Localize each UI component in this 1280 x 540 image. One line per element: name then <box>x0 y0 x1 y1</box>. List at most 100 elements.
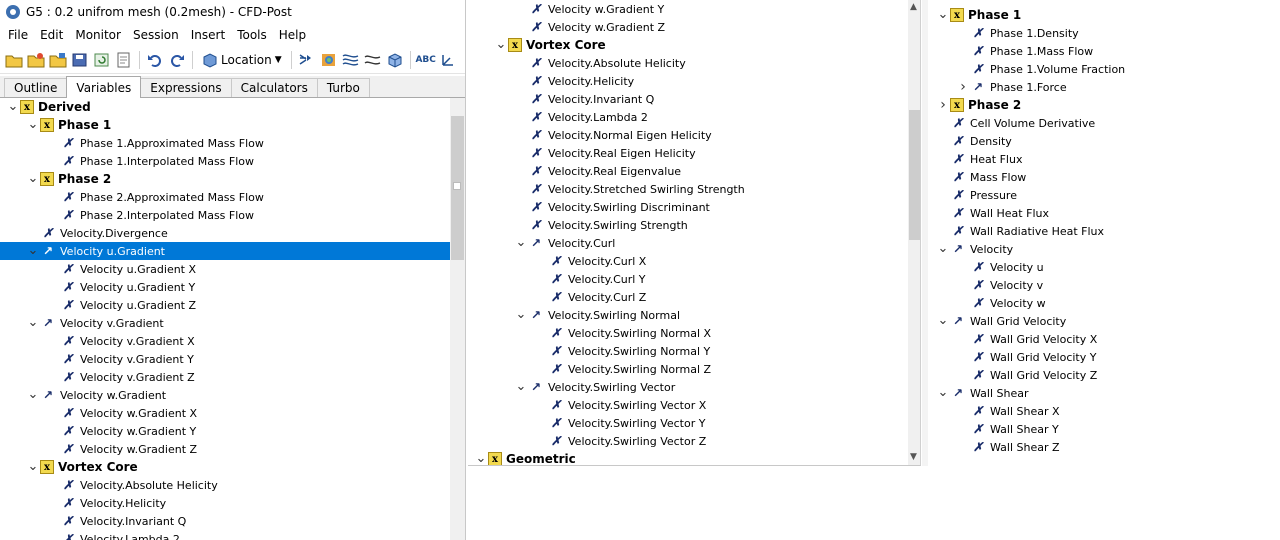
tree-item-velocity[interactable]: ⌄ ↗ Velocity <box>928 240 1278 258</box>
tree-item-velocity-w-gradient-z[interactable]: ✗ Velocity w.Gradient Z <box>0 440 450 458</box>
tree-item-velocity-w-gradient[interactable]: ⌄ ↗ Velocity w.Gradient <box>0 386 450 404</box>
tree-item-velocity-w-gradient-y[interactable]: ✗ Velocity w.Gradient Y <box>468 0 908 18</box>
expand-chevron-down-icon[interactable]: ⌄ <box>26 170 40 188</box>
expand-chevron-down-icon[interactable]: ⌄ <box>936 240 950 258</box>
open-folder-icon[interactable] <box>4 50 24 70</box>
expand-chevron-right-icon[interactable]: › <box>956 78 970 96</box>
tree-item-velocity-curl[interactable]: ⌄ ↗ Velocity.Curl <box>468 234 908 252</box>
tree-item-phase-1[interactable]: ⌄ x Phase 1 <box>0 116 450 134</box>
tree-item-phase-2-approximated-mass-flow[interactable]: ✗ Phase 2.Approximated Mass Flow <box>0 188 450 206</box>
tree-item-phase-1-mass-flow[interactable]: ✗ Phase 1.Mass Flow <box>928 42 1278 60</box>
tab-expressions[interactable]: Expressions <box>140 78 232 97</box>
tree-item-wall-shear-x[interactable]: ✗ Wall Shear X <box>928 402 1278 420</box>
scroll-up-icon[interactable]: ▲ <box>910 2 917 12</box>
tree-item-phase-1-volume-fraction[interactable]: ✗ Phase 1.Volume Fraction <box>928 60 1278 78</box>
tree-item-velocity-swirling-normal-z[interactable]: ✗ Velocity.Swirling Normal Z <box>468 360 908 378</box>
expand-chevron-down-icon[interactable]: ⌄ <box>494 36 508 54</box>
tree-item-wall-shear[interactable]: ⌄ ↗ Wall Shear <box>928 384 1278 402</box>
tree-item-density[interactable]: ✗ Density <box>928 132 1278 150</box>
tree-item-velocity-swirling-normal[interactable]: ⌄ ↗ Velocity.Swirling Normal <box>468 306 908 324</box>
tree-item-velocity-u-gradient-y[interactable]: ✗ Velocity u.Gradient Y <box>0 278 450 296</box>
tree-item-velocity-swirling-vector-x[interactable]: ✗ Velocity.Swirling Vector X <box>468 396 908 414</box>
load-results-icon[interactable] <box>26 50 46 70</box>
menu-help[interactable]: Help <box>273 28 312 42</box>
tree-item-velocity-u-gradient-z[interactable]: ✗ Velocity u.Gradient Z <box>0 296 450 314</box>
tree-item-velocity-normal-eigen-helicity[interactable]: ✗ Velocity.Normal Eigen Helicity <box>468 126 908 144</box>
tab-calculators[interactable]: Calculators <box>230 78 318 97</box>
expand-chevron-down-icon[interactable]: ⌄ <box>26 458 40 476</box>
expand-chevron-right-icon[interactable]: › <box>936 96 950 114</box>
tree-item-velocity-swirling-vector-z[interactable]: ✗ Velocity.Swirling Vector Z <box>468 432 908 450</box>
menu-insert[interactable]: Insert <box>185 28 231 42</box>
tree-item-cell-volume-derivative[interactable]: ✗ Cell Volume Derivative <box>928 114 1278 132</box>
expand-chevron-down-icon[interactable]: ⌄ <box>26 386 40 404</box>
middle-tree-scrollbar[interactable]: ▲ ▼ <box>908 0 920 465</box>
tab-variables[interactable]: Variables <box>66 76 142 98</box>
tree-item-velocity-swirling-vector-y[interactable]: ✗ Velocity.Swirling Vector Y <box>468 414 908 432</box>
tree-item-wall-radiative-heat-flux[interactable]: ✗ Wall Radiative Heat Flux <box>928 222 1278 240</box>
tree-item-velocity-absolute-helicity[interactable]: ✗ Velocity.Absolute Helicity <box>0 476 450 494</box>
tree-item-wall-heat-flux[interactable]: ✗ Wall Heat Flux <box>928 204 1278 222</box>
location-dropdown[interactable]: Location ▼ <box>198 49 286 71</box>
tree-item-velocity-w-gradient-z[interactable]: ✗ Velocity w.Gradient Z <box>468 18 908 36</box>
tree-item-velocity-lambda-2[interactable]: ✗ Velocity.Lambda 2 <box>0 530 450 540</box>
tree-item-wall-shear-y[interactable]: ✗ Wall Shear Y <box>928 420 1278 438</box>
expand-chevron-down-icon[interactable]: ⌄ <box>26 314 40 332</box>
tree-item-velocity-u[interactable]: ✗ Velocity u <box>928 258 1278 276</box>
menu-session[interactable]: Session <box>127 28 185 42</box>
tree-item-velocity-real-eigen-helicity[interactable]: ✗ Velocity.Real Eigen Helicity <box>468 144 908 162</box>
tree-item-velocity-v[interactable]: ✗ Velocity v <box>928 276 1278 294</box>
expand-chevron-down-icon[interactable]: ⌄ <box>6 98 20 116</box>
tree-item-wall-grid-velocity-z[interactable]: ✗ Wall Grid Velocity Z <box>928 366 1278 384</box>
tree-item-wall-shear-z[interactable]: ✗ Wall Shear Z <box>928 438 1278 456</box>
tree-item-mass-flow[interactable]: ✗ Mass Flow <box>928 168 1278 186</box>
tree-item-velocity-swirling-strength[interactable]: ✗ Velocity.Swirling Strength <box>468 216 908 234</box>
refresh-icon[interactable] <box>92 50 112 70</box>
tree-item-velocity-swirling-discriminant[interactable]: ✗ Velocity.Swirling Discriminant <box>468 198 908 216</box>
tree-item-phase-2-interpolated-mass-flow[interactable]: ✗ Phase 2.Interpolated Mass Flow <box>0 206 450 224</box>
tree-item-vortex-core[interactable]: ⌄ x Vortex Core <box>0 458 450 476</box>
tree-item-velocity-w[interactable]: ✗ Velocity w <box>928 294 1278 312</box>
tree-item-wall-grid-velocity-y[interactable]: ✗ Wall Grid Velocity Y <box>928 348 1278 366</box>
expand-chevron-down-icon[interactable]: ⌄ <box>514 234 528 252</box>
tree-item-velocity-divergence[interactable]: ✗ Velocity.Divergence <box>0 224 450 242</box>
tab-turbo[interactable]: Turbo <box>316 78 370 97</box>
tree-item-derived[interactable]: ⌄ x Derived <box>0 98 450 116</box>
tree-item-velocity-w-gradient-x[interactable]: ✗ Velocity w.Gradient X <box>0 404 450 422</box>
tree-item-velocity-real-eigenvalue[interactable]: ✗ Velocity.Real Eigenvalue <box>468 162 908 180</box>
tree-item-phase-2[interactable]: › x Phase 2 <box>928 96 1278 114</box>
tree-item-velocity-invariant-q[interactable]: ✗ Velocity.Invariant Q <box>468 90 908 108</box>
tree-item-velocity-v-gradient-y[interactable]: ✗ Velocity v.Gradient Y <box>0 350 450 368</box>
tree-item-velocity-u-gradient[interactable]: ⌄ ↗ Velocity u.Gradient <box>0 242 450 260</box>
scrollbar-thumb[interactable] <box>909 110 920 240</box>
expand-chevron-down-icon[interactable]: ⌄ <box>936 6 950 24</box>
particle-track-icon[interactable] <box>363 50 383 70</box>
expand-chevron-down-icon[interactable]: ⌄ <box>514 306 528 324</box>
tree-item-velocity-w-gradient-y[interactable]: ✗ Velocity w.Gradient Y <box>0 422 450 440</box>
tree-item-velocity-helicity[interactable]: ✗ Velocity.Helicity <box>0 494 450 512</box>
tree-item-velocity-curl-x[interactable]: ✗ Velocity.Curl X <box>468 252 908 270</box>
tree-item-wall-grid-velocity-x[interactable]: ✗ Wall Grid Velocity X <box>928 330 1278 348</box>
tree-item-phase-1-force[interactable]: › ↗ Phase 1.Force <box>928 78 1278 96</box>
vector-icon[interactable] <box>297 50 317 70</box>
tree-item-phase-1-interpolated-mass-flow[interactable]: ✗ Phase 1.Interpolated Mass Flow <box>0 152 450 170</box>
tree-item-phase-1-density[interactable]: ✗ Phase 1.Density <box>928 24 1278 42</box>
tab-outline[interactable]: Outline <box>4 78 68 97</box>
save-state-icon[interactable] <box>48 50 68 70</box>
menu-monitor[interactable]: Monitor <box>69 28 127 42</box>
expand-chevron-down-icon[interactable]: ⌄ <box>26 116 40 134</box>
variables-tree-scrollbar[interactable] <box>450 98 465 540</box>
tree-item-velocity-v-gradient-z[interactable]: ✗ Velocity v.Gradient Z <box>0 368 450 386</box>
tree-item-velocity-swirling-normal-x[interactable]: ✗ Velocity.Swirling Normal X <box>468 324 908 342</box>
menu-file[interactable]: File <box>2 28 34 42</box>
tree-item-heat-flux[interactable]: ✗ Heat Flux <box>928 150 1278 168</box>
tree-item-pressure[interactable]: ✗ Pressure <box>928 186 1278 204</box>
tree-item-phase-2[interactable]: ⌄ x Phase 2 <box>0 170 450 188</box>
tree-item-vortex-core[interactable]: ⌄ x Vortex Core <box>468 36 908 54</box>
tree-item-velocity-v-gradient[interactable]: ⌄ ↗ Velocity v.Gradient <box>0 314 450 332</box>
report-icon[interactable] <box>114 50 134 70</box>
expand-chevron-down-icon[interactable]: ⌄ <box>936 312 950 330</box>
redo-icon[interactable] <box>167 50 187 70</box>
tree-item-geometric[interactable]: ⌄ x Geometric <box>468 450 908 465</box>
tree-item-velocity-invariant-q[interactable]: ✗ Velocity.Invariant Q <box>0 512 450 530</box>
